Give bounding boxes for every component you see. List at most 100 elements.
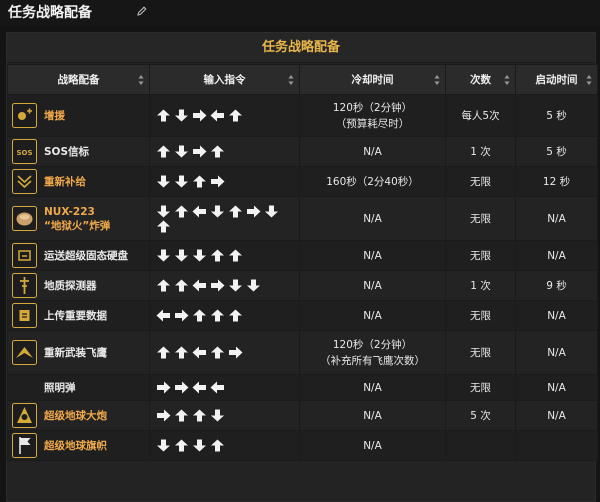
arrow-down-icon: [211, 409, 224, 422]
arrow-down-icon: [175, 109, 188, 122]
arrow-right-icon: [193, 145, 207, 158]
stratagem-name: 照明弹: [44, 381, 76, 394]
arrow-up-icon: [157, 145, 170, 158]
activation-cell: N/A: [515, 400, 598, 431]
table-row: 照明弹 N/A 无限 N/A: [7, 374, 598, 401]
activation-cell: N/A: [515, 240, 598, 271]
table-row: 重新武装飞鹰 120秒（2分钟） （补充所有飞鹰次数） 无限 N/A: [7, 330, 598, 375]
sort-icon[interactable]: [138, 74, 144, 86]
arrow-left-icon: [192, 279, 206, 292]
arrow-up-icon: [157, 279, 170, 292]
column-header-uses[interactable]: 次数: [445, 64, 516, 95]
arrow-left-icon: [210, 109, 224, 122]
arrow-up-icon: [157, 109, 170, 122]
stratagem-name: SOS信标: [44, 145, 90, 158]
uses-cell: [445, 430, 516, 461]
arrow-up-icon: [175, 346, 188, 359]
activation-cell: 5 秒: [515, 136, 598, 167]
arrow-down-icon: [175, 249, 188, 262]
cooldown-line: （预算耗尽时）: [335, 117, 410, 130]
uses-cell: 无限: [445, 196, 516, 241]
upload-data-icon: [12, 303, 37, 328]
cooldown-cell: N/A: [299, 400, 446, 431]
arrow-down-icon: [211, 205, 224, 217]
activation-cell: 5 秒: [515, 94, 598, 137]
arrow-down-icon: [193, 249, 206, 262]
cooldown-line: N/A: [363, 279, 382, 292]
arrow-up-icon: [193, 409, 206, 422]
cooldown-line: N/A: [363, 439, 382, 452]
uses-cell: 无限: [445, 374, 516, 401]
arrow-up-icon: [229, 205, 242, 217]
column-header-cooldown[interactable]: 冷却时间: [299, 64, 446, 95]
activation-cell: 9 秒: [515, 270, 598, 301]
input-command-cell: [149, 430, 300, 461]
arrow-right-icon: [175, 309, 189, 322]
input-command-cell: [149, 166, 300, 197]
input-command-cell: [149, 270, 300, 301]
arrow-down-icon: [265, 205, 278, 217]
ssd-delivery-icon: [12, 243, 37, 268]
hellbomb-icon: [12, 206, 37, 231]
input-command-cell: [149, 240, 300, 271]
cooldown-line: 120秒（2分钟）: [332, 101, 413, 114]
column-header-input[interactable]: 输入指令: [149, 64, 300, 95]
eagle-rearm-icon: [12, 340, 37, 365]
sort-icon[interactable]: [288, 74, 294, 86]
arrow-left-icon: [192, 346, 206, 359]
cooldown-line: N/A: [363, 309, 382, 322]
table-row: 超级地球大炮 N/A 5 次 N/A: [7, 400, 598, 431]
arrow-right-icon: [211, 279, 225, 292]
arrow-right-icon: [229, 346, 243, 359]
arrow-up-icon: [157, 220, 170, 232]
arrow-up-icon: [211, 249, 224, 262]
cooldown-cell: 120秒（2分钟） （预算耗尽时）: [299, 94, 446, 137]
cooldown-cell: N/A: [299, 270, 446, 301]
table-row: 超级地球旗帜 N/A: [7, 430, 598, 461]
resupply-icon: [12, 169, 37, 194]
activation-cell: N/A: [515, 374, 598, 401]
stratagem-cell: 重新武装飞鹰: [7, 330, 150, 375]
super-earth-flag-icon: [12, 433, 37, 458]
reinforce-icon: [12, 103, 37, 128]
arrow-up-icon: [211, 346, 224, 359]
super-earth-cannon-icon: [12, 403, 37, 428]
stratagem-cell: SOS SOS信标: [7, 136, 150, 167]
activation-cell: 12 秒: [515, 166, 598, 197]
sos-beacon-icon: SOS: [12, 139, 37, 164]
cooldown-line: N/A: [363, 249, 382, 262]
stratagem-name: NUX-223 “地狱火”炸弹: [44, 205, 111, 232]
arrow-left-icon: [192, 205, 206, 217]
uses-cell: 1 次: [445, 136, 516, 167]
arrow-up-icon: [229, 309, 242, 322]
stratagem-name: 超级地球大炮: [44, 409, 107, 422]
sort-icon[interactable]: [504, 74, 510, 86]
sort-icon[interactable]: [434, 74, 440, 86]
edit-pencil-icon[interactable]: [136, 5, 148, 17]
table-row: SOS SOS信标 N/A 1 次5 秒: [7, 136, 598, 167]
stratagem-cell: 地质探测器: [7, 270, 150, 301]
stratagem-cell: 照明弹: [7, 374, 150, 401]
uses-cell: 5 次: [445, 400, 516, 431]
column-header-stratagem[interactable]: 战略配备: [7, 64, 150, 95]
arrow-up-icon: [211, 145, 224, 158]
stratagem-name: 上传重要数据: [44, 309, 107, 322]
activation-cell: N/A: [515, 330, 598, 375]
input-command-cell: [149, 330, 300, 375]
cooldown-line: N/A: [363, 145, 382, 158]
arrow-left-icon: [210, 381, 224, 394]
arrow-up-icon: [193, 175, 206, 188]
stratagem-table-panel: 任务战略配备 战略配备 输入指令 冷却时间 次数 启动时间 增援 120秒（2分钟…: [6, 32, 598, 502]
uses-cell: 无限: [445, 240, 516, 271]
uses-cell: 无限: [445, 300, 516, 331]
column-header-activation[interactable]: 启动时间: [515, 64, 598, 95]
stratagem-cell: 超级地球大炮: [7, 400, 150, 431]
arrow-right-icon: [175, 381, 189, 394]
arrow-down-icon: [193, 439, 206, 452]
sort-icon[interactable]: [586, 74, 592, 86]
arrow-left-icon: [192, 381, 206, 394]
stratagem-name: 重新武装飞鹰: [44, 346, 107, 359]
cooldown-line: N/A: [363, 212, 382, 225]
arrow-down-icon: [229, 279, 242, 292]
stratagem-table: 战略配备 输入指令 冷却时间 次数 启动时间 增援 120秒（2分钟） （预算耗尽时…: [7, 64, 598, 461]
